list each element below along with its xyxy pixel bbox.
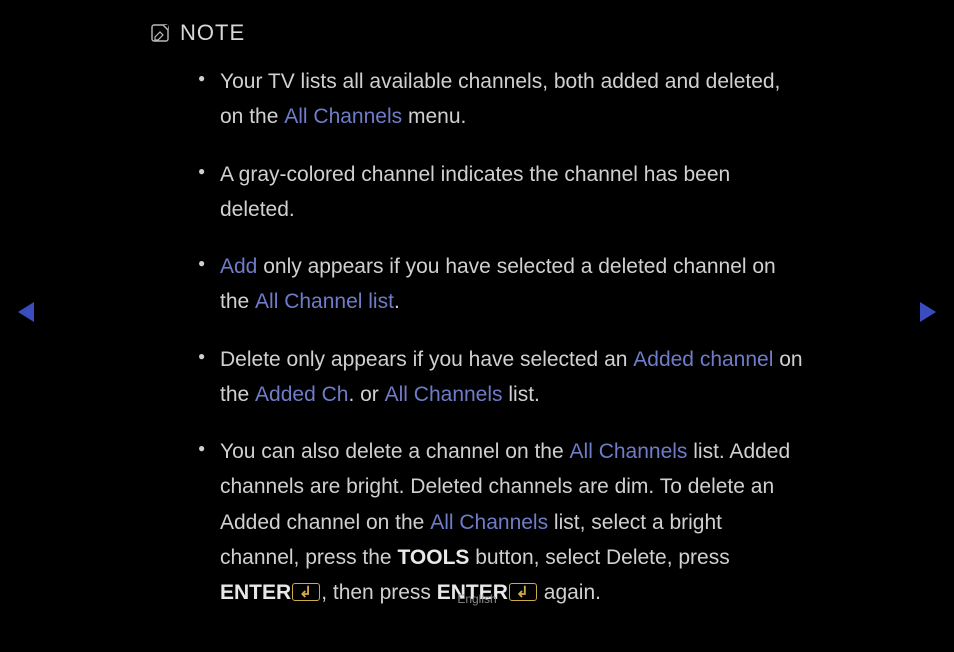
text: . or: [348, 383, 384, 406]
text: A gray-colored channel indicates the cha…: [220, 163, 730, 221]
text: You can also delete a channel on the: [220, 440, 570, 463]
highlight-all-channels: All Channels: [430, 511, 548, 534]
list-item: Add only appears if you have selected a …: [198, 249, 804, 320]
highlight-added-ch: Added Ch: [255, 383, 348, 406]
highlight-all-channels: All Channels: [385, 383, 503, 406]
note-icon: [150, 23, 170, 43]
highlight-all-channels: All Channels: [570, 440, 688, 463]
text: list.: [503, 383, 540, 406]
highlight-added-channel: Added channel: [633, 348, 773, 371]
note-list: Your TV lists all available channels, bo…: [150, 64, 804, 610]
text: menu.: [402, 105, 466, 128]
chevron-left-icon: [18, 302, 34, 322]
highlight-add: Add: [220, 255, 257, 278]
list-item: You can also delete a channel on the All…: [198, 434, 804, 610]
note-label: NOTE: [180, 20, 245, 46]
list-item: A gray-colored channel indicates the cha…: [198, 157, 804, 228]
highlight-all-channels: All Channels: [284, 105, 402, 128]
footer-language: English: [0, 592, 954, 606]
highlight-all-channel-list: All Channel list: [255, 290, 394, 313]
nav-next-button[interactable]: [920, 302, 936, 322]
list-item: Your TV lists all available channels, bo…: [198, 64, 804, 135]
text: .: [394, 290, 400, 313]
nav-prev-button[interactable]: [18, 302, 34, 322]
note-section: NOTE Your TV lists all available channel…: [0, 0, 954, 652]
text: button, select Delete, press: [469, 546, 729, 569]
chevron-right-icon: [920, 302, 936, 322]
text: Delete only appears if you have selected…: [220, 348, 633, 371]
bold-tools: TOOLS: [397, 546, 469, 569]
note-header: NOTE: [150, 20, 804, 46]
list-item: Delete only appears if you have selected…: [198, 342, 804, 413]
